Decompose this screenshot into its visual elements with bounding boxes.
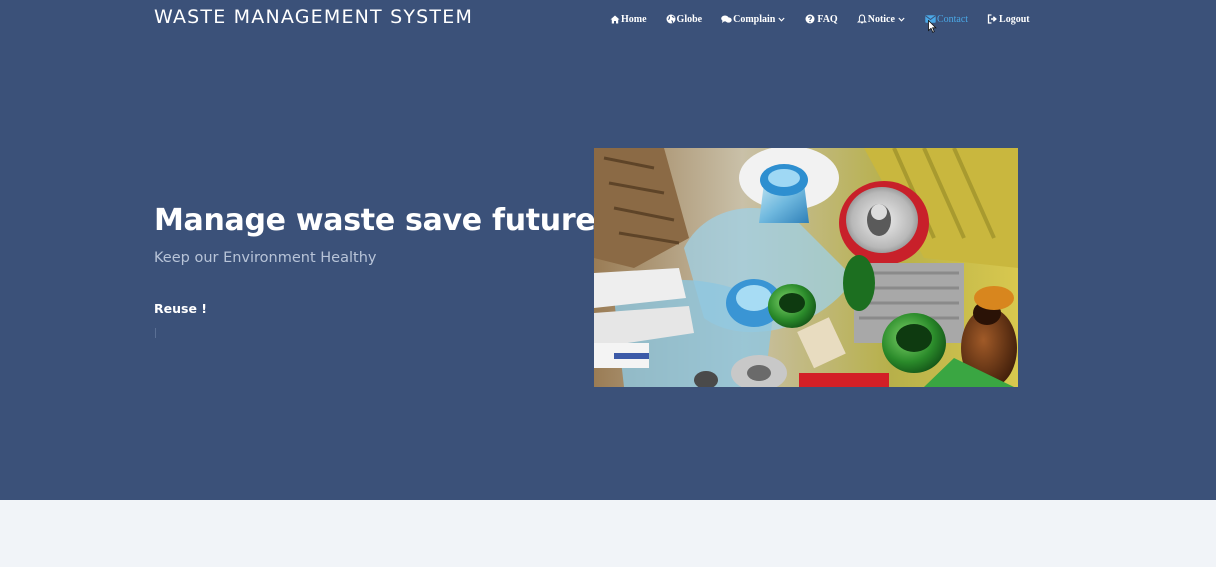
nav-faq[interactable]: FAQ [805,13,838,25]
chat-icon [721,15,732,24]
chevron-down-icon [778,17,785,22]
site-brand[interactable]: WASTE MANAGEMENT SYSTEM [154,6,473,28]
nav-complain-label: Complain [733,13,776,25]
nav-globe-label: Globe [676,13,703,25]
nav-complain[interactable]: Complain [721,14,785,25]
chevron-down-icon [898,17,905,22]
nav-faq-label: FAQ [817,13,838,25]
nav-home[interactable]: Home [610,14,647,25]
typing-caret [155,328,156,338]
nav-home-label: Home [621,13,647,25]
hero-title: Manage waste save future [154,203,596,238]
question-icon [805,14,815,24]
globe-icon [666,14,676,24]
hero-section: WASTE MANAGEMENT SYSTEM Home Globe Compl… [0,0,1216,500]
logout-icon [987,14,998,24]
bell-icon [856,14,867,24]
typed-text: Reuse ! [154,301,207,316]
home-icon [610,15,620,24]
hero-image [594,148,1018,387]
nav-logout[interactable]: Logout [987,14,1030,25]
nav-notice[interactable]: Notice [856,13,905,25]
main-nav: Home Globe Complain FAQ Notice Contact L… [610,12,1030,26]
hero-subtitle: Keep our Environment Healthy [154,250,377,266]
recyclables-photo [594,148,1018,387]
nav-notice-label: Notice [867,13,895,25]
nav-globe[interactable]: Globe [666,13,703,25]
nav-logout-label: Logout [999,13,1030,25]
nav-contact-label: Contact [936,13,969,25]
mouse-pointer-icon [928,18,937,37]
